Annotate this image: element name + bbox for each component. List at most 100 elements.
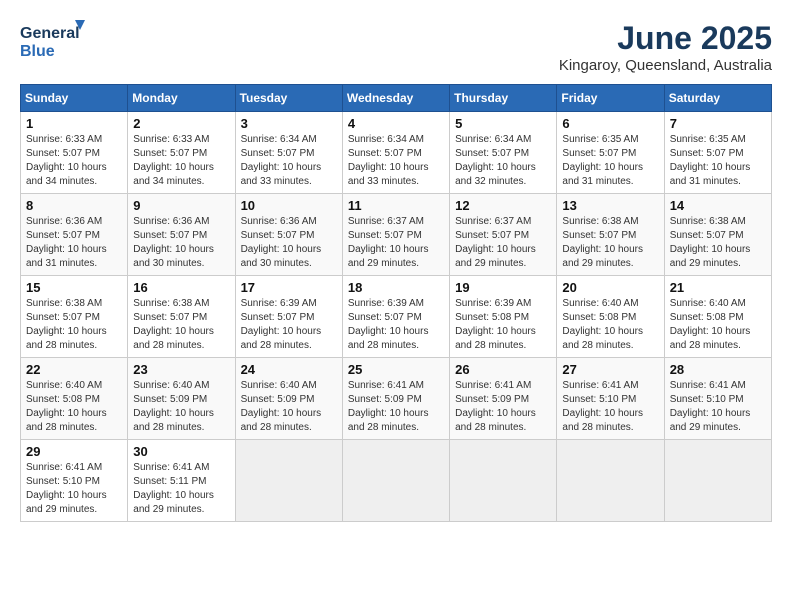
day-number: 30 bbox=[133, 444, 229, 459]
day-number: 16 bbox=[133, 280, 229, 295]
day-info: Sunrise: 6:41 AMSunset: 5:09 PMDaylight:… bbox=[455, 379, 551, 435]
calendar-cell: 2Sunrise: 6:33 AMSunset: 5:07 PMDaylight… bbox=[128, 112, 235, 194]
calendar-cell: 23 Sunrise: 6:40 AMSunset: 5:09 PMDayligh… bbox=[128, 358, 235, 440]
day-info: Sunrise: 6:41 AMSunset: 5:09 PMDaylight:… bbox=[348, 379, 444, 435]
day-number: 11 bbox=[348, 198, 444, 213]
day-info: Sunrise: 6:40 AMSunset: 5:08 PMDaylight:… bbox=[26, 379, 122, 435]
calendar-cell: 15 Sunrise: 6:38 AMSunset: 5:07 PMDayligh… bbox=[21, 276, 128, 358]
day-number: 24 bbox=[241, 362, 337, 377]
calendar-cell: 27 Sunrise: 6:41 AMSunset: 5:10 PMDayligh… bbox=[557, 358, 664, 440]
day-number: 12 bbox=[455, 198, 551, 213]
calendar-cell: 25 Sunrise: 6:41 AMSunset: 5:09 PMDayligh… bbox=[342, 358, 449, 440]
day-number: 29 bbox=[26, 444, 122, 459]
calendar-cell bbox=[557, 440, 664, 522]
weekday-header-sunday: Sunday bbox=[21, 85, 128, 112]
day-info: Sunrise: 6:40 AMSunset: 5:09 PMDaylight:… bbox=[133, 379, 229, 435]
calendar-cell: 30 Sunrise: 6:41 AMSunset: 5:11 PMDayligh… bbox=[128, 440, 235, 522]
day-info: Sunrise: 6:41 AMSunset: 5:10 PMDaylight:… bbox=[670, 379, 766, 435]
calendar-cell: 19Sunrise: 6:39 AMSunset: 5:08 PMDayligh… bbox=[450, 276, 557, 358]
calendar-cell: 18Sunrise: 6:39 AMSunset: 5:07 PMDayligh… bbox=[342, 276, 449, 358]
day-number: 1 bbox=[26, 116, 122, 131]
calendar-cell: 4Sunrise: 6:34 AMSunset: 5:07 PMDaylight… bbox=[342, 112, 449, 194]
calendar-cell: 16Sunrise: 6:38 AMSunset: 5:07 PMDayligh… bbox=[128, 276, 235, 358]
weekday-header-tuesday: Tuesday bbox=[235, 85, 342, 112]
calendar-week-1: 1 Sunrise: 6:33 AMSunset: 5:07 PMDaylight… bbox=[21, 112, 772, 194]
day-info: Sunrise: 6:40 AMSunset: 5:08 PMDaylight:… bbox=[562, 297, 658, 353]
day-number: 20 bbox=[562, 280, 658, 295]
calendar-cell: 8 Sunrise: 6:36 AMSunset: 5:07 PMDaylight… bbox=[21, 194, 128, 276]
day-number: 21 bbox=[670, 280, 766, 295]
day-number: 14 bbox=[670, 198, 766, 213]
day-info: Sunrise: 6:41 AMSunset: 5:10 PMDaylight:… bbox=[26, 461, 122, 517]
calendar-cell: 7 Sunrise: 6:35 AMSunset: 5:07 PMDaylight… bbox=[664, 112, 771, 194]
day-info: Sunrise: 6:38 AMSunset: 5:07 PMDaylight:… bbox=[562, 215, 658, 271]
calendar-cell: 29 Sunrise: 6:41 AMSunset: 5:10 PMDayligh… bbox=[21, 440, 128, 522]
calendar-week-2: 8 Sunrise: 6:36 AMSunset: 5:07 PMDaylight… bbox=[21, 194, 772, 276]
day-info: Sunrise: 6:38 AMSunset: 5:07 PMDaylight:… bbox=[670, 215, 766, 271]
day-number: 27 bbox=[562, 362, 658, 377]
day-number: 8 bbox=[26, 198, 122, 213]
day-number: 22 bbox=[26, 362, 122, 377]
calendar-cell: 24Sunrise: 6:40 AMSunset: 5:09 PMDayligh… bbox=[235, 358, 342, 440]
calendar-cell: 28 Sunrise: 6:41 AMSunset: 5:10 PMDayligh… bbox=[664, 358, 771, 440]
calendar-title: June 2025 bbox=[559, 20, 772, 57]
day-number: 10 bbox=[241, 198, 337, 213]
weekday-header-thursday: Thursday bbox=[450, 85, 557, 112]
calendar-cell: 6 Sunrise: 6:35 AMSunset: 5:07 PMDaylight… bbox=[557, 112, 664, 194]
day-number: 25 bbox=[348, 362, 444, 377]
calendar-cell: 5 Sunrise: 6:34 AMSunset: 5:07 PMDaylight… bbox=[450, 112, 557, 194]
day-info: Sunrise: 6:33 AMSunset: 5:07 PMDaylight:… bbox=[133, 133, 229, 189]
day-number: 28 bbox=[670, 362, 766, 377]
calendar-cell: 13 Sunrise: 6:38 AMSunset: 5:07 PMDayligh… bbox=[557, 194, 664, 276]
day-info: Sunrise: 6:34 AMSunset: 5:07 PMDaylight:… bbox=[348, 133, 444, 189]
day-info: Sunrise: 6:41 AMSunset: 5:10 PMDaylight:… bbox=[562, 379, 658, 435]
day-info: Sunrise: 6:34 AMSunset: 5:07 PMDaylight:… bbox=[241, 133, 337, 189]
day-number: 7 bbox=[670, 116, 766, 131]
calendar-cell: 10 Sunrise: 6:36 AMSunset: 5:07 PMDayligh… bbox=[235, 194, 342, 276]
svg-text:Blue: Blue bbox=[20, 43, 55, 60]
day-info: Sunrise: 6:37 AMSunset: 5:07 PMDaylight:… bbox=[348, 215, 444, 271]
svg-text:General: General bbox=[20, 25, 80, 42]
day-number: 19 bbox=[455, 280, 551, 295]
day-info: Sunrise: 6:38 AMSunset: 5:07 PMDaylight:… bbox=[26, 297, 122, 353]
day-info: Sunrise: 6:37 AMSunset: 5:07 PMDaylight:… bbox=[455, 215, 551, 271]
day-info: Sunrise: 6:35 AMSunset: 5:07 PMDaylight:… bbox=[670, 133, 766, 189]
calendar-cell: 17Sunrise: 6:39 AMSunset: 5:07 PMDayligh… bbox=[235, 276, 342, 358]
day-info: Sunrise: 6:36 AMSunset: 5:07 PMDaylight:… bbox=[26, 215, 122, 271]
weekday-header-friday: Friday bbox=[557, 85, 664, 112]
day-info: Sunrise: 6:40 AMSunset: 5:08 PMDaylight:… bbox=[670, 297, 766, 353]
calendar-cell: 9 Sunrise: 6:36 AMSunset: 5:07 PMDaylight… bbox=[128, 194, 235, 276]
calendar-cell: 14 Sunrise: 6:38 AMSunset: 5:07 PMDayligh… bbox=[664, 194, 771, 276]
logo: GeneralBlue bbox=[20, 20, 90, 62]
day-number: 15 bbox=[26, 280, 122, 295]
day-number: 9 bbox=[133, 198, 229, 213]
calendar-week-3: 15 Sunrise: 6:38 AMSunset: 5:07 PMDayligh… bbox=[21, 276, 772, 358]
day-number: 6 bbox=[562, 116, 658, 131]
calendar-cell bbox=[342, 440, 449, 522]
header-row: SundayMondayTuesdayWednesdayThursdayFrid… bbox=[21, 85, 772, 112]
calendar-cell: 1 Sunrise: 6:33 AMSunset: 5:07 PMDaylight… bbox=[21, 112, 128, 194]
calendar-cell bbox=[664, 440, 771, 522]
weekday-header-saturday: Saturday bbox=[664, 85, 771, 112]
day-info: Sunrise: 6:36 AMSunset: 5:07 PMDaylight:… bbox=[133, 215, 229, 271]
day-info: Sunrise: 6:34 AMSunset: 5:07 PMDaylight:… bbox=[455, 133, 551, 189]
day-info: Sunrise: 6:36 AMSunset: 5:07 PMDaylight:… bbox=[241, 215, 337, 271]
day-number: 18 bbox=[348, 280, 444, 295]
day-info: Sunrise: 6:33 AMSunset: 5:07 PMDaylight:… bbox=[26, 133, 122, 189]
calendar-subtitle: Kingaroy, Queensland, Australia bbox=[559, 57, 772, 74]
calendar-week-5: 29 Sunrise: 6:41 AMSunset: 5:10 PMDayligh… bbox=[21, 440, 772, 522]
day-number: 13 bbox=[562, 198, 658, 213]
calendar-table: SundayMondayTuesdayWednesdayThursdayFrid… bbox=[20, 84, 772, 522]
day-number: 23 bbox=[133, 362, 229, 377]
calendar-cell: 26Sunrise: 6:41 AMSunset: 5:09 PMDayligh… bbox=[450, 358, 557, 440]
day-info: Sunrise: 6:41 AMSunset: 5:11 PMDaylight:… bbox=[133, 461, 229, 517]
page-header: GeneralBlue June 2025 Kingaroy, Queensla… bbox=[20, 20, 772, 74]
calendar-cell bbox=[235, 440, 342, 522]
calendar-cell: 3Sunrise: 6:34 AMSunset: 5:07 PMDaylight… bbox=[235, 112, 342, 194]
day-number: 5 bbox=[455, 116, 551, 131]
calendar-week-4: 22 Sunrise: 6:40 AMSunset: 5:08 PMDayligh… bbox=[21, 358, 772, 440]
calendar-cell: 20 Sunrise: 6:40 AMSunset: 5:08 PMDayligh… bbox=[557, 276, 664, 358]
calendar-cell: 21 Sunrise: 6:40 AMSunset: 5:08 PMDayligh… bbox=[664, 276, 771, 358]
day-info: Sunrise: 6:35 AMSunset: 5:07 PMDaylight:… bbox=[562, 133, 658, 189]
title-section: June 2025 Kingaroy, Queensland, Australi… bbox=[559, 20, 772, 74]
